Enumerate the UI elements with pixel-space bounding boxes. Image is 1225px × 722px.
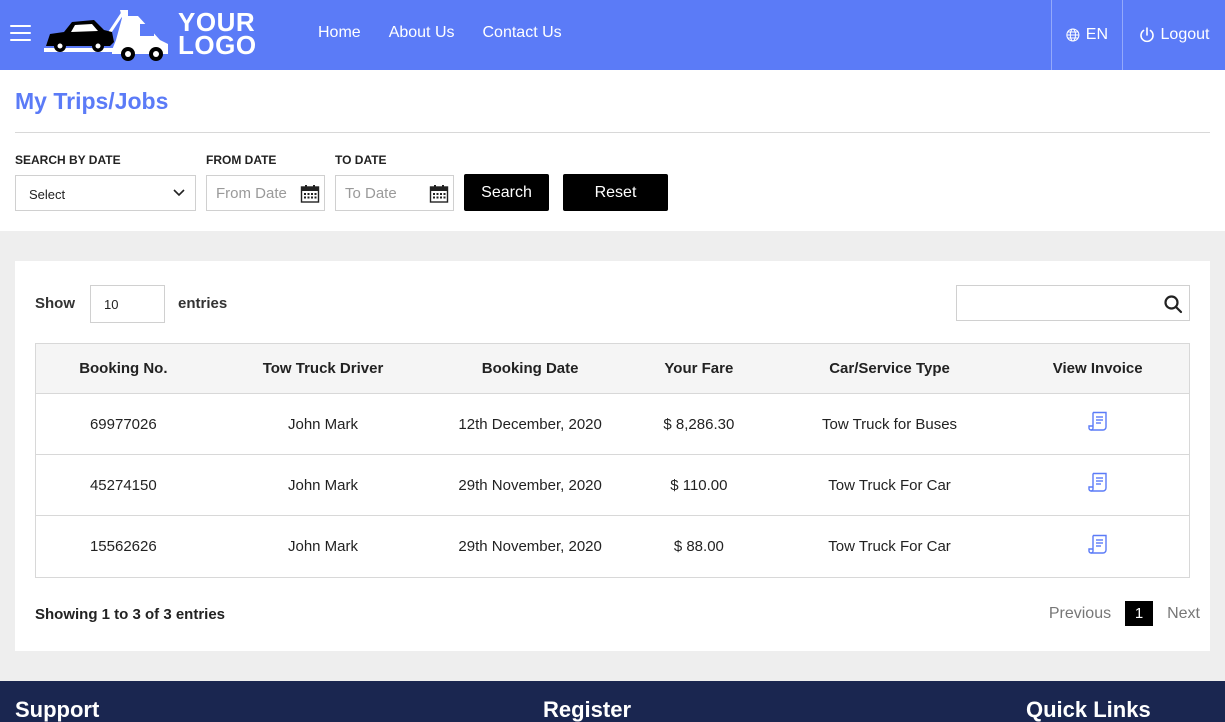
invoice-cell xyxy=(1006,411,1189,437)
language-label: EN xyxy=(1085,26,1108,43)
top-navbar: YOUR LOGO Home About Us Contact Us EN Lo… xyxy=(0,0,1225,70)
reset-button[interactable]: Reset xyxy=(563,174,668,211)
nav-home-link[interactable]: Home xyxy=(318,24,361,42)
header-view-invoice: View Invoice xyxy=(1052,360,1143,377)
calendar-icon[interactable] xyxy=(429,184,449,204)
search-icon[interactable] xyxy=(1163,294,1183,314)
booking-no-cell: 15562626 xyxy=(89,538,157,555)
logo-text: YOUR LOGO xyxy=(178,9,257,60)
entries-per-page-value: 10 xyxy=(104,297,119,312)
footer-register-heading: Register xyxy=(543,697,632,722)
header-fare[interactable]: Your Fare xyxy=(625,360,773,377)
next-page-link[interactable]: Next xyxy=(1167,605,1200,623)
logout-button[interactable]: Logout xyxy=(1122,0,1225,70)
entries-label: entries xyxy=(178,295,228,312)
nav-right: EN Logout xyxy=(1051,0,1225,70)
invoice-cell xyxy=(1006,472,1189,498)
table-search-input[interactable] xyxy=(956,285,1190,321)
from-date-placeholder: From Date xyxy=(216,185,287,202)
filter-section: My Trips/Jobs SEARCH BY DATE FROM DATE T… xyxy=(0,70,1225,231)
fare-cell: $ 8,286.30 xyxy=(663,415,735,433)
previous-page-link[interactable]: Previous xyxy=(1049,605,1111,623)
title-divider xyxy=(15,132,1210,133)
footer-support-heading: Support xyxy=(15,697,100,722)
invoice-icon[interactable] xyxy=(1087,534,1108,556)
table-row: 69977026 John Mark 12th December, 2020 $… xyxy=(36,394,1189,455)
chevron-down-icon xyxy=(173,189,185,197)
service-type-cell: Tow Truck for Buses xyxy=(822,415,958,433)
header-booking-no[interactable]: Booking No. xyxy=(36,360,211,377)
service-type-cell: Tow Truck For Car xyxy=(828,538,951,555)
invoice-icon[interactable] xyxy=(1087,472,1108,494)
entries-per-page-select[interactable]: 10 xyxy=(90,285,165,323)
fare-cell: $ 110.00 xyxy=(670,476,728,494)
from-date-label: FROM DATE xyxy=(206,153,277,167)
booking-date-cell: 29th November, 2020 xyxy=(458,476,602,494)
nav-contact-link[interactable]: Contact Us xyxy=(483,24,562,42)
header-booking-date[interactable]: Booking Date xyxy=(435,360,625,377)
table-row: 15562626 John Mark 29th November, 2020 $… xyxy=(36,516,1189,577)
logout-label: Logout xyxy=(1160,26,1210,43)
page-1-button[interactable]: 1 xyxy=(1125,601,1154,626)
driver-cell: John Mark xyxy=(287,415,359,433)
globe-icon xyxy=(1066,28,1080,42)
search-by-date-value: Select xyxy=(29,187,66,202)
header-driver[interactable]: Tow Truck Driver xyxy=(211,360,436,377)
booking-no-cell: 45274150 xyxy=(89,476,157,494)
service-type-cell: Tow Truck For Car xyxy=(828,476,951,494)
invoice-icon[interactable] xyxy=(1087,411,1108,433)
power-icon xyxy=(1139,27,1154,43)
to-date-input[interactable]: To Date xyxy=(335,175,454,211)
tow-truck-logo-icon xyxy=(44,10,168,61)
table-header: Booking No. Tow Truck Driver Booking Dat… xyxy=(36,344,1189,394)
logo[interactable]: YOUR LOGO xyxy=(42,6,257,62)
language-selector[interactable]: EN xyxy=(1051,0,1122,70)
hamburger-menu-icon[interactable] xyxy=(10,25,31,43)
nav-about-link[interactable]: About Us xyxy=(389,24,455,42)
driver-cell: John Mark xyxy=(287,538,359,555)
search-by-date-select[interactable]: Select xyxy=(15,175,196,211)
page-title: My Trips/Jobs xyxy=(15,88,169,114)
booking-no-cell: 69977026 xyxy=(89,415,157,433)
to-date-placeholder: To Date xyxy=(345,185,397,202)
invoice-cell xyxy=(1006,534,1189,560)
fare-cell: $ 88.00 xyxy=(673,538,724,555)
logo-line-2: LOGO xyxy=(178,30,257,60)
search-button[interactable]: Search xyxy=(464,174,549,211)
from-date-input[interactable]: From Date xyxy=(206,175,325,211)
booking-date-cell: 12th December, 2020 xyxy=(458,415,602,433)
trips-card: Show 10 entries Booking No. Tow Truck Dr… xyxy=(15,261,1210,651)
to-date-label: TO DATE xyxy=(335,153,387,167)
driver-cell: John Mark xyxy=(287,476,359,494)
calendar-icon[interactable] xyxy=(300,184,320,204)
table-row: 45274150 John Mark 29th November, 2020 $… xyxy=(36,455,1189,516)
trips-table: Booking No. Tow Truck Driver Booking Dat… xyxy=(35,343,1190,578)
footer-quick-links-heading: Quick Links xyxy=(1026,697,1151,722)
nav-links: Home About Us Contact Us xyxy=(318,24,562,42)
search-by-date-label: SEARCH BY DATE xyxy=(15,153,121,167)
header-service-type[interactable]: Car/Service Type xyxy=(773,360,1007,377)
table-info-summary: Showing 1 to 3 of 3 entries xyxy=(35,606,226,623)
show-label: Show xyxy=(35,295,75,312)
pagination: Previous 1 Next xyxy=(1049,601,1200,626)
footer: Support Register Quick Links xyxy=(0,681,1225,722)
booking-date-cell: 29th November, 2020 xyxy=(458,538,602,555)
